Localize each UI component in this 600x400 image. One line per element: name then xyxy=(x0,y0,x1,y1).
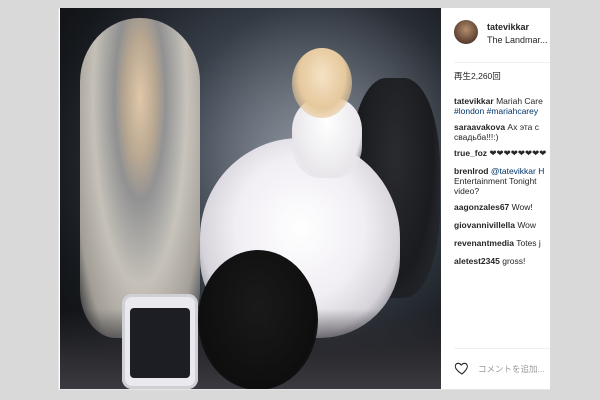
comment-item: aagonzales67 Wow! xyxy=(454,202,550,220)
caption-hashtags[interactable]: #london #mariahcarey xyxy=(454,106,538,116)
comment-username[interactable]: revenantmedia xyxy=(454,238,514,248)
view-count: 再生2,260回 xyxy=(454,71,501,81)
post-sidebar: tatevikkar The Landmar... 再生2,260回 tatev… xyxy=(442,8,550,389)
bride-head xyxy=(292,48,352,118)
comment-text-line2: Entertainment Tonight xyxy=(454,176,537,186)
comment-item: true_foz ❤❤❤❤❤❤❤❤ xyxy=(454,148,550,166)
comment-item: saraavakova Ах эта с свадьба!!!:) xyxy=(454,122,550,148)
heart-icon[interactable] xyxy=(454,360,470,376)
comment-item: aletest2345 gross! xyxy=(454,256,550,274)
comment-text: gross! xyxy=(502,256,526,266)
post-username[interactable]: tatevikkar xyxy=(487,22,529,32)
add-comment-row: コメントを追加... xyxy=(454,360,550,380)
comment-text: Wow! xyxy=(511,202,533,212)
post-location[interactable]: The Landmar... xyxy=(487,35,548,45)
singer-in-sequin-dress xyxy=(80,18,200,338)
comment-username[interactable]: aletest2345 xyxy=(454,256,500,266)
comment-username[interactable]: brenlrod xyxy=(454,166,488,176)
caption-username[interactable]: tatevikkar xyxy=(454,96,494,106)
comment-list: tatevikkar Mariah Care #london #mariahca… xyxy=(454,96,550,274)
caption-text: Mariah Care xyxy=(496,96,543,106)
comment-text: Ах эта с xyxy=(507,122,539,132)
comment-username[interactable]: saraavakova xyxy=(454,122,505,132)
comment-text: Totes j xyxy=(516,238,541,248)
avatar[interactable] xyxy=(454,20,478,44)
comment-username[interactable]: true_foz xyxy=(454,148,487,158)
comment-username[interactable]: giovannivillella xyxy=(454,220,515,230)
comment-username[interactable]: aagonzales67 xyxy=(454,202,509,212)
footer-divider xyxy=(454,348,550,349)
post-video[interactable] xyxy=(60,8,441,389)
comment-item: revenantmedia Totes j xyxy=(454,238,550,256)
comment-item: brenlrod @tatevikkar H Entertainment Ton… xyxy=(454,166,550,202)
audience-phone-screen xyxy=(130,308,190,378)
comment-text: Wow xyxy=(517,220,537,230)
comment-text-line2: свадьба!!!:) xyxy=(454,132,499,142)
comment-text: ❤❤❤❤❤❤❤❤ xyxy=(489,148,547,158)
header-divider xyxy=(454,62,550,63)
comment-text-line3: video? xyxy=(454,186,480,196)
post-header: tatevikkar The Landmar... xyxy=(454,20,550,54)
audience-head xyxy=(198,250,318,389)
caption: tatevikkar Mariah Care #london #mariahca… xyxy=(454,96,550,122)
comment-item: giovannivillella Wow xyxy=(454,220,550,238)
add-comment-input[interactable]: コメントを追加... xyxy=(478,363,545,375)
comment-mention[interactable]: @tatevikkar H xyxy=(491,166,545,176)
